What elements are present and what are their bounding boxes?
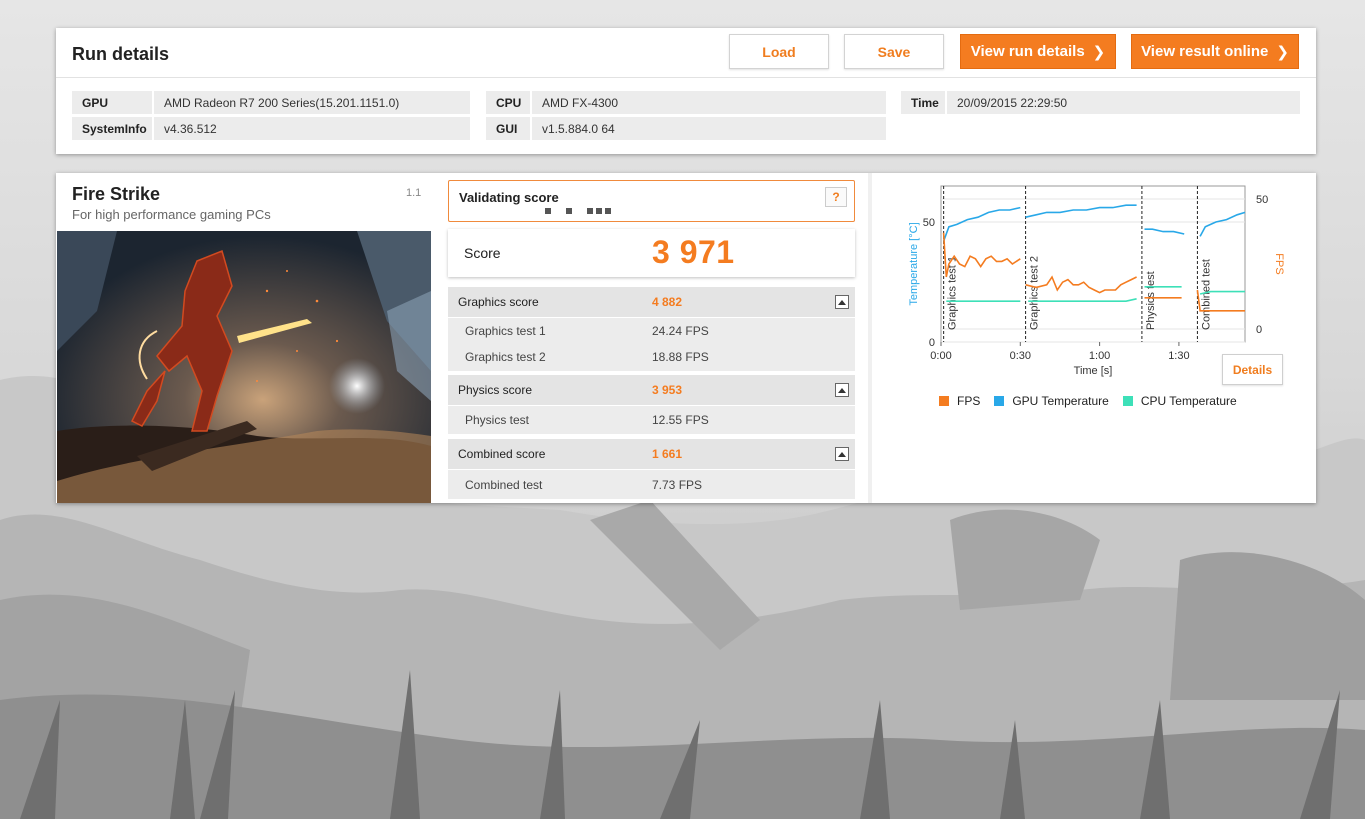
info-row-cpu: CPU AMD FX-4300	[486, 91, 886, 114]
phase-label: Combined test	[1200, 259, 1212, 330]
load-button-label: Load	[762, 43, 796, 60]
graphics-test-2-value: 18.88 FPS	[652, 350, 709, 364]
view-run-details-button[interactable]: View run details ❯	[960, 34, 1116, 69]
y-tick-right: 50	[1256, 194, 1268, 206]
x-axis-label: Time [s]	[1074, 365, 1113, 377]
physics-score-label: Physics score	[458, 383, 533, 397]
legend-item-gpu-temperature: GPU Temperature	[994, 394, 1109, 408]
combined-test-label: Combined test	[465, 477, 543, 492]
graphics-score-row: Graphics score 4 882	[448, 287, 855, 317]
save-button-label: Save	[877, 43, 911, 60]
legend-swatch-fps	[939, 396, 949, 406]
info-row-gpu: GPU AMD Radeon R7 200 Series(15.201.1151…	[72, 91, 470, 114]
cpu-label: CPU	[486, 91, 532, 114]
info-row-systeminfo: SystemInfo v4.36.512	[72, 117, 470, 140]
score-label: Score	[464, 245, 501, 261]
systeminfo-label: SystemInfo	[72, 117, 154, 140]
collapse-icon[interactable]	[835, 447, 849, 461]
y-axis-label-right: FPS	[1273, 253, 1285, 274]
physics-score-row: Physics score 3 953	[448, 375, 855, 405]
view-run-details-label: View run details	[970, 43, 1085, 60]
y-tick-right: 0	[1256, 324, 1262, 336]
help-button[interactable]: ?	[825, 187, 847, 207]
x-tick-label: 1:30	[1168, 350, 1189, 362]
physics-test-value: 12.55 FPS	[652, 413, 709, 427]
gui-label: GUI	[486, 117, 532, 140]
validating-progress-icon	[545, 208, 611, 214]
phase-label: Graphics test 2	[1029, 256, 1041, 330]
details-button-label: Details	[1232, 362, 1273, 377]
legend-item-cpu-temperature: CPU Temperature	[1122, 394, 1237, 408]
combined-score-row: Combined score 1 661	[448, 439, 855, 469]
x-tick-label: 0:30	[1010, 350, 1031, 362]
monitoring-chart-area: 0 50 0 50 0:00 0:30 1:00 1:30 Time [s] Temperatur…	[868, 173, 1316, 503]
legend-swatch-cpu-temperature	[1122, 396, 1133, 406]
load-button[interactable]: Load	[729, 34, 829, 69]
graphics-test-2-row: Graphics test 2 18.88 FPS	[448, 343, 855, 371]
phase-label: Physics test	[1145, 271, 1157, 330]
legend-item-fps: FPS	[939, 394, 980, 408]
test-version: 1.1	[406, 187, 422, 199]
run-details-title: Run details	[72, 44, 170, 64]
combined-test-row: Combined test 7.73 FPS	[448, 470, 855, 499]
score-box: Score 3 971	[448, 229, 855, 277]
time-value: 20/09/2015 22:29:50	[957, 95, 1068, 110]
gpu-value: AMD Radeon R7 200 Series(15.201.1151.0)	[164, 95, 400, 110]
info-row-gui: GUI v1.5.884.0 64	[486, 117, 886, 140]
combined-test-value: 7.73 FPS	[652, 477, 703, 492]
test-subtitle: For high performance gaming PCs	[72, 207, 271, 222]
fire-strike-artwork	[57, 231, 431, 503]
collapse-icon[interactable]	[835, 295, 849, 309]
y-tick-left: 0	[929, 337, 935, 349]
gpu-label: GPU	[72, 91, 154, 114]
time-label: Time	[901, 91, 947, 114]
validating-score-label: Validating score	[459, 190, 559, 205]
x-tick-label: 1:00	[1089, 350, 1110, 362]
save-button[interactable]: Save	[844, 34, 944, 69]
legend-swatch-gpu-temperature	[994, 396, 1005, 406]
test-title: Fire Strike	[72, 184, 161, 204]
x-tick-label: 0:00	[930, 350, 951, 362]
physics-score-value: 3 953	[652, 383, 683, 397]
graphics-test-1-label: Graphics test 1	[465, 323, 546, 338]
legend-label-fps: FPS	[957, 394, 981, 408]
chevron-right-icon: ❯	[1276, 43, 1289, 61]
graphics-test-1-value: 24.24 FPS	[652, 323, 709, 338]
physics-test-label: Physics test	[465, 413, 530, 427]
results-panel: Fire Strike For high performance gaming …	[56, 173, 1316, 503]
y-axis-label-left: Temperature [°C]	[908, 222, 920, 305]
run-details-header: Run details Load Save View run details ❯…	[56, 28, 1316, 78]
view-result-online-button[interactable]: View result online ❯	[1131, 34, 1299, 69]
chevron-right-icon: ❯	[1092, 43, 1106, 61]
graphics-test-2-label: Graphics test 2	[465, 350, 546, 364]
systeminfo-value: v4.36.512	[164, 121, 217, 136]
view-result-online-label: View result online	[1141, 43, 1269, 60]
graphics-score-label: Graphics score	[458, 295, 539, 309]
legend-label-cpu-temperature: CPU Temperature	[1140, 394, 1237, 408]
run-details-panel: Run details Load Save View run details ❯…	[56, 28, 1316, 154]
graphics-score-value: 4 882	[652, 295, 683, 309]
combined-score-value: 1 661	[652, 447, 683, 461]
cpu-value: AMD FX-4300	[542, 95, 619, 110]
info-row-time: Time 20/09/2015 22:29:50	[901, 91, 1300, 114]
score-value: 3 971	[652, 234, 735, 270]
gui-value: v1.5.884.0 64	[542, 121, 615, 136]
validating-score-box: Validating score ?	[448, 180, 855, 222]
collapse-icon[interactable]	[835, 383, 849, 397]
legend-label-gpu-temperature: GPU Temperature	[1012, 394, 1109, 408]
chart-legend: FPS GPU Temperature CPU Temperature	[939, 394, 1237, 408]
help-button-label: ?	[832, 190, 840, 204]
details-button[interactable]: Details	[1222, 354, 1283, 385]
physics-test-row: Physics test 12.55 FPS	[448, 406, 855, 434]
y-tick-left: 50	[923, 217, 935, 229]
graphics-test-1-row: Graphics test 1 24.24 FPS	[448, 318, 855, 343]
combined-score-label: Combined score	[458, 447, 546, 461]
